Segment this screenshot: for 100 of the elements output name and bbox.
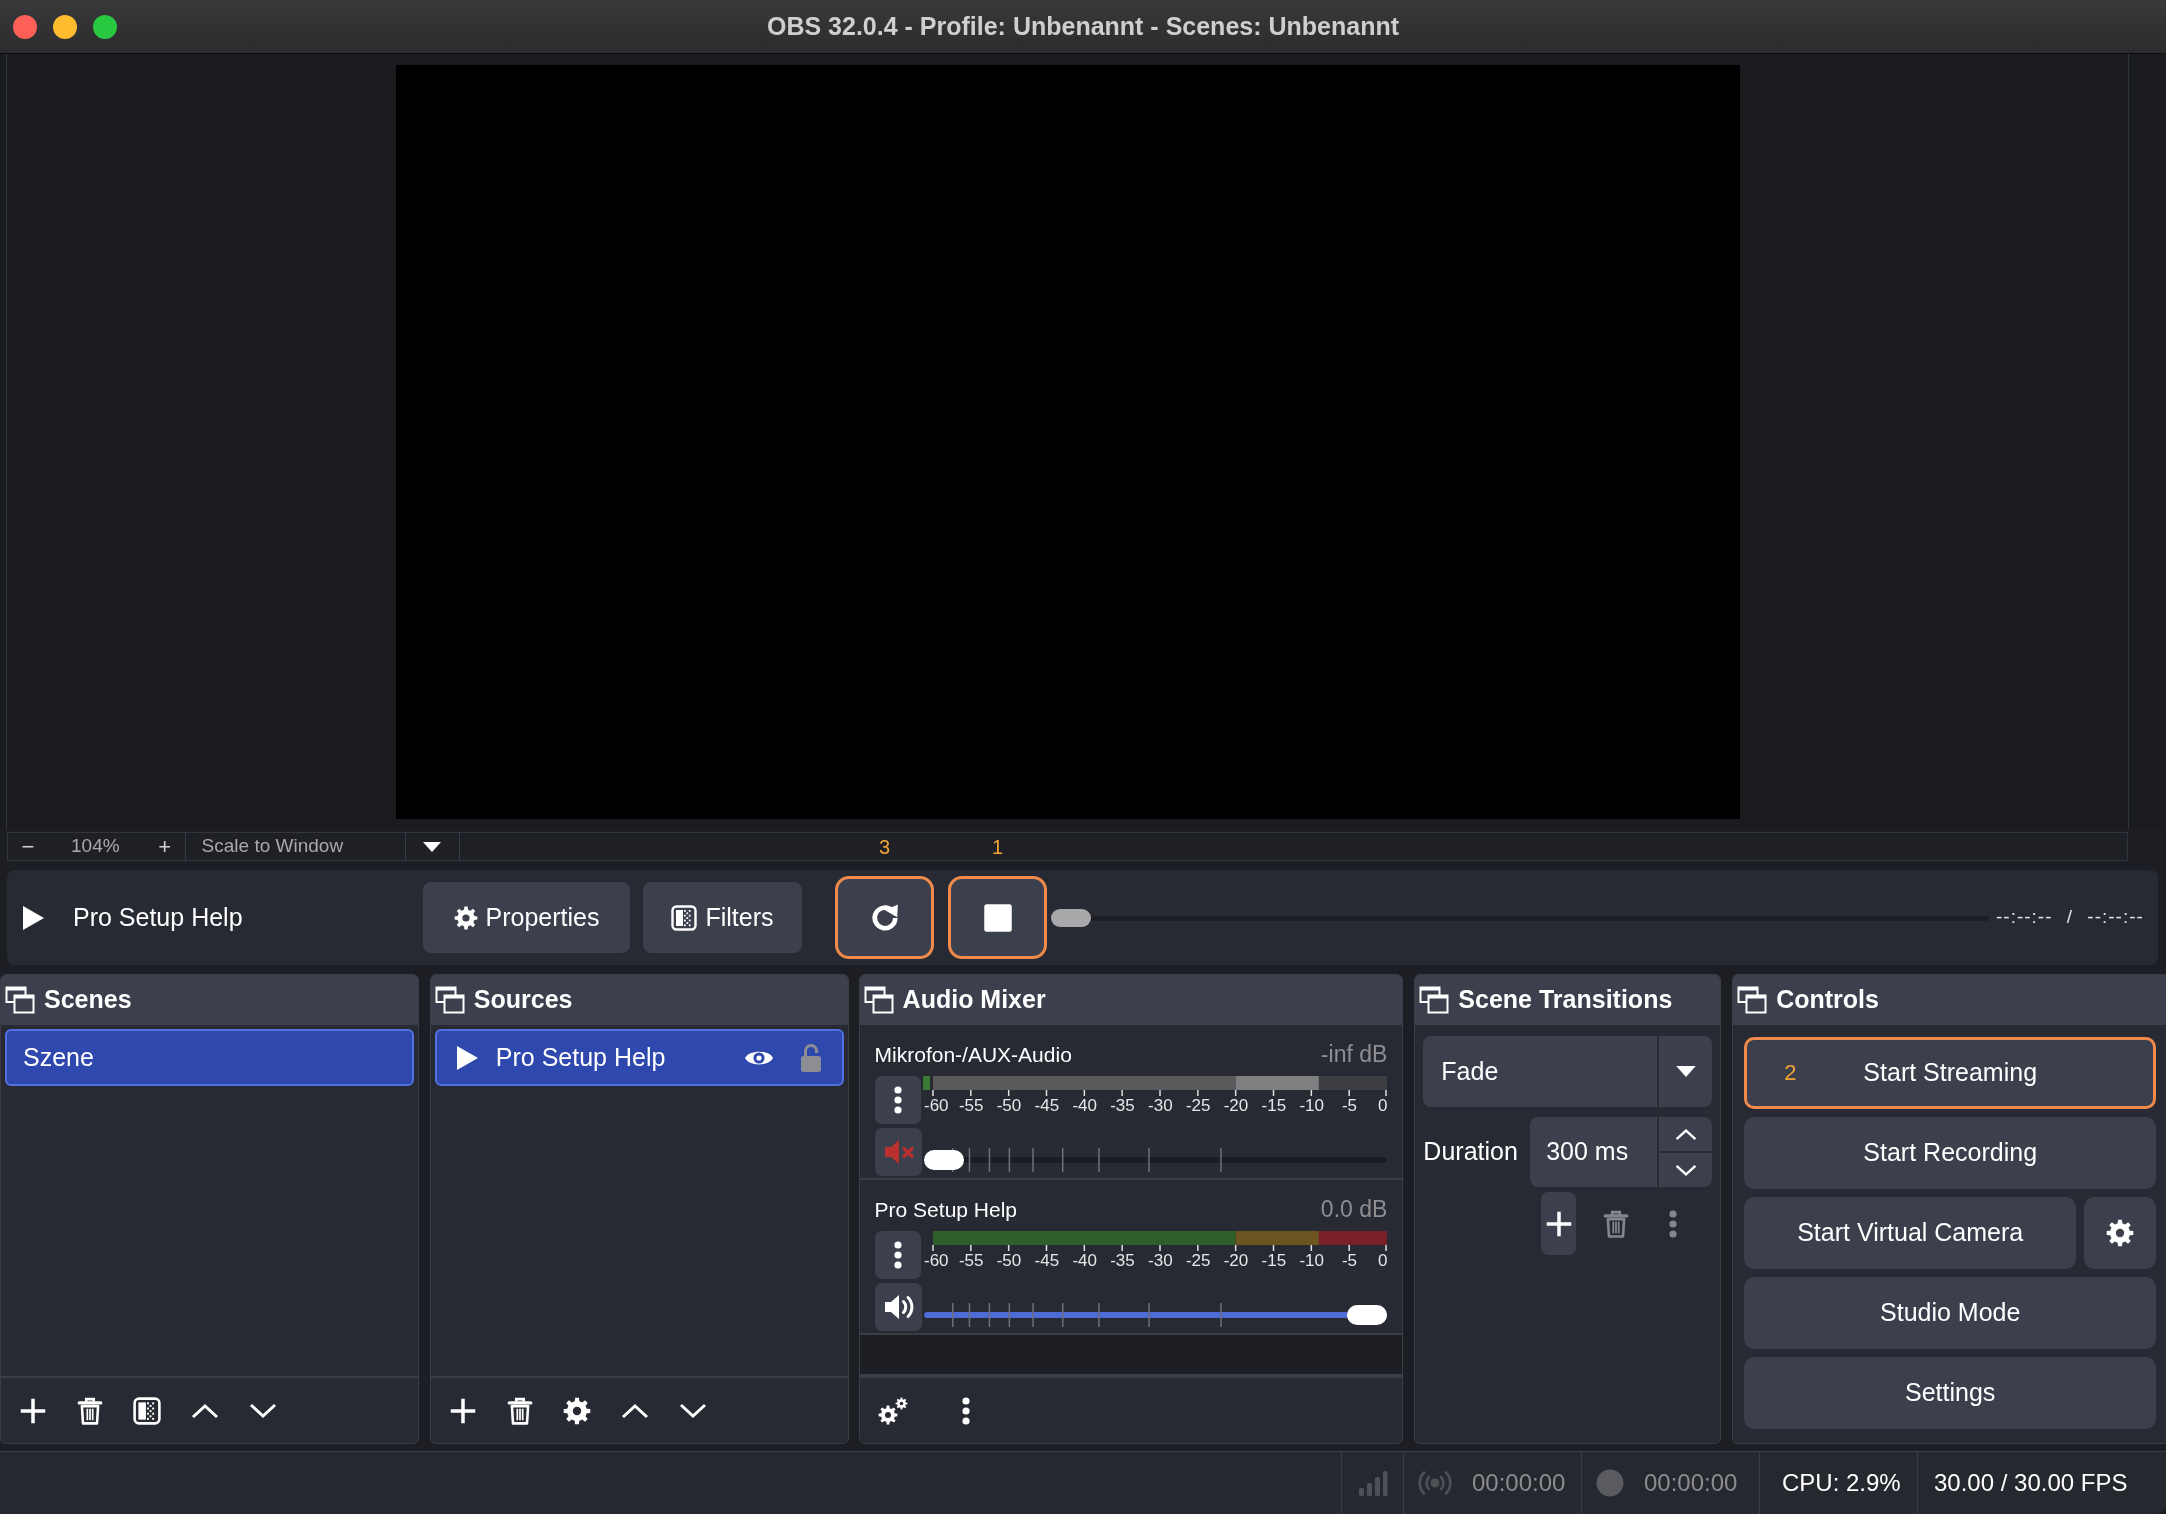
scale-label: -5 [1341,1095,1358,1116]
chevron-down-icon[interactable] [249,1402,277,1419]
volume-slider[interactable] [924,1302,1388,1327]
vertical-ellipsis-icon [893,1240,902,1269]
channel-menu-button[interactable] [874,1075,922,1124]
volume-handle[interactable] [1347,1304,1388,1325]
speaker-icon [882,1292,915,1321]
scale-label: -40 [1072,1095,1097,1116]
scale-label: -15 [1261,1095,1287,1116]
minimize-button[interactable] [53,14,77,39]
channel-menu-button[interactable] [874,1230,922,1279]
scale-label: 0 [1377,1095,1388,1116]
trash-icon[interactable] [77,1396,103,1425]
play-icon [454,1044,479,1071]
add-button[interactable] [1541,1192,1577,1255]
control-button[interactable]: Start Virtual Camera [1744,1197,2077,1269]
overlapping-windows-icon [1419,986,1450,1014]
channel-name: Pro Setup Help [874,1197,1017,1223]
scale-dropdown[interactable]: Scale to Window [184,833,460,860]
zoom-out-button[interactable]: − [8,833,48,860]
chevron-down-icon[interactable] [678,1402,707,1419]
overlapping-windows-icon [863,986,894,1014]
gear-icon[interactable] [562,1396,591,1425]
play-icon[interactable] [21,904,45,931]
plus-icon [1544,1209,1573,1238]
maximize-button[interactable] [93,14,117,39]
signal-bars-icon [1357,1469,1388,1497]
trash-icon[interactable] [506,1396,533,1425]
caret-icon[interactable] [422,840,443,853]
scale-label: -10 [1299,1250,1324,1271]
dock-title: Scenes [44,984,132,1016]
settings-button[interactable] [2084,1197,2156,1269]
annotation-number: 3 [878,836,891,858]
restart-button[interactable] [835,876,934,959]
chevron-up-icon[interactable] [1674,1127,1697,1141]
annotation-number: 1 [991,836,1004,858]
scale-label: -35 [1110,1250,1135,1271]
annotation-number: 2 [1784,1061,1797,1085]
chevron-down-icon[interactable] [1674,1163,1697,1177]
plus-icon[interactable] [448,1396,477,1425]
stop-icon [982,902,1013,933]
stop-button[interactable] [948,876,1047,959]
scale-label: -10 [1299,1095,1324,1116]
overlapping-windows-icon [5,986,35,1014]
gear-icon [453,905,478,930]
filters-button[interactable]: Filters [643,882,802,953]
gradient-box-icon [671,904,698,931]
scale-label: -20 [1223,1250,1249,1271]
scale-label: -45 [1034,1250,1060,1271]
dock-title: Audio Mixer [902,984,1046,1016]
volume-handle[interactable] [924,1149,965,1170]
zoom-level: 104% [71,834,120,859]
mute-button[interactable] [874,1282,923,1331]
properties-button[interactable]: Properties [423,882,630,953]
scale-label: 0 [1377,1250,1388,1271]
overlapping-windows-icon [1737,986,1768,1014]
control-button[interactable]: Start Recording [1744,1117,2157,1189]
gears-icon[interactable] [877,1396,908,1425]
control-button[interactable]: Settings [1744,1357,2157,1429]
duration-spinbox[interactable]: 300 ms [1530,1117,1713,1187]
zoom-in-button[interactable]: + [144,833,185,860]
source-item[interactable]: Pro Setup Help [434,1029,844,1086]
scale-label: -60 [924,1095,949,1116]
channel-name: Mikrofon-/AUX-Audio [874,1042,1072,1068]
record-timer: 00:00:00 [1644,1468,1738,1498]
scale-label: -40 [1072,1250,1097,1271]
volume-reading: -inf dB [1320,1040,1388,1069]
chevron-up-icon[interactable] [620,1402,649,1419]
close-button[interactable] [13,14,37,39]
scale-label: -50 [996,1250,1022,1271]
chevron-up-icon[interactable] [191,1402,219,1419]
scale-label: -60 [924,1250,949,1271]
gradient-box-icon[interactable] [133,1396,161,1425]
scale-label: -35 [1110,1095,1135,1116]
vertical-ellipsis-icon [893,1085,902,1114]
open-padlock-icon[interactable] [799,1042,822,1073]
scale-label: -25 [1185,1250,1211,1271]
volume-reading: 0.0 dB [1320,1195,1388,1224]
stream-timer: 00:00:00 [1472,1468,1566,1498]
plus-icon[interactable] [19,1396,47,1425]
scale-label: -15 [1261,1250,1287,1271]
scale-label: -25 [1185,1095,1211,1116]
media-time: --:--:-- / --:--:-- [1996,905,2144,930]
overlapping-windows-icon [434,986,465,1014]
muted-speaker-icon [882,1137,915,1166]
scale-label: -20 [1223,1095,1249,1116]
scale-label: -55 [958,1250,984,1271]
vertical-ellipsis-icon[interactable] [961,1396,970,1425]
source-name: Pro Setup Help [495,1041,666,1073]
scene-item[interactable]: Szene [5,1029,414,1086]
control-button[interactable]: Studio Mode [1744,1277,2157,1349]
caret-icon[interactable] [1674,1065,1697,1078]
media-source-name: Pro Setup Help [73,901,243,933]
cpu-usage: CPU: 2.9% [1782,1468,1901,1498]
window-title: OBS 32.0.4 - Profile: Unbenannt - Scenes: Unbenannt [766,10,1399,42]
volume-slider[interactable] [924,1147,1388,1172]
dock-title: Sources [473,984,573,1016]
gear-icon [2106,1219,2135,1247]
seek-handle[interactable] [1051,908,1091,927]
transition-dropdown[interactable]: Fade [1423,1036,1713,1107]
